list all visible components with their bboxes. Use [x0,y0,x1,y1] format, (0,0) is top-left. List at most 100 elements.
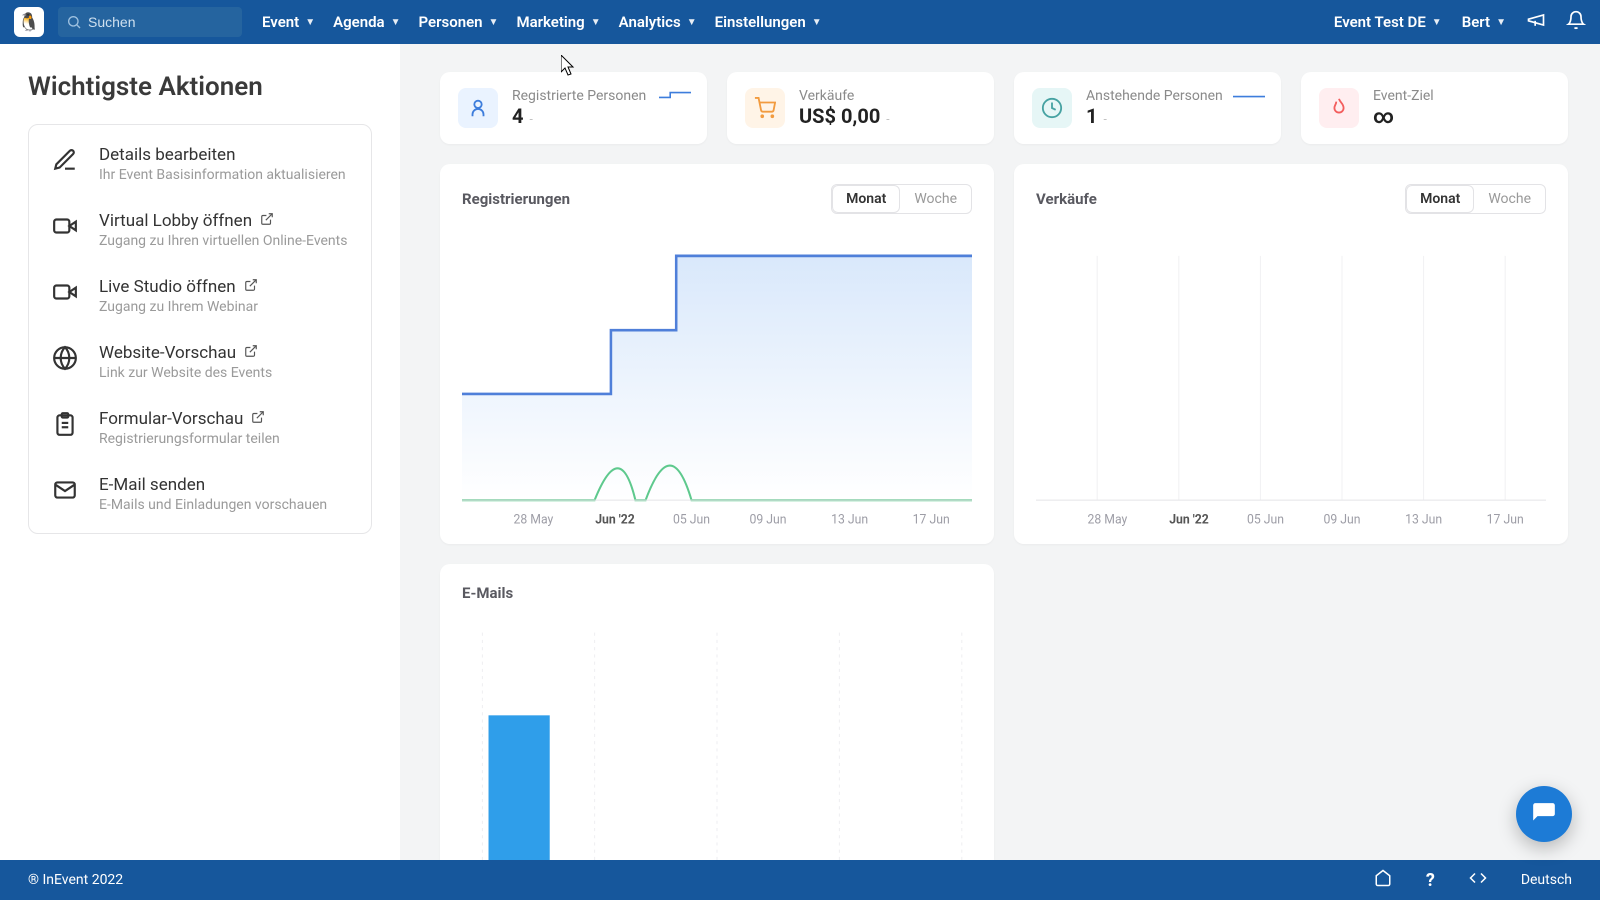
nav-item-einstellungen[interactable]: Einstellungen ▼ [715,13,822,31]
nav-label: Einstellungen [715,13,806,31]
footer-copyright: ® InEvent 2022 [28,872,123,888]
fire-icon [1319,88,1359,128]
clipboard-icon [49,409,81,437]
chart-sales: Verkäufe MonatWoche 28 May Jun '22 [1014,164,1568,544]
user-menu[interactable]: Bert▼ [1462,13,1506,31]
svg-text:Jun '22: Jun '22 [595,512,635,527]
chevron-down-icon: ▼ [305,17,315,28]
nav-item-agenda[interactable]: Agenda▼ [333,13,400,31]
video-icon [49,211,81,239]
pencil-icon [49,145,81,173]
stat-goal[interactable]: Event-Ziel∞ [1301,72,1568,144]
chart-title: E-Mails [462,584,513,602]
chat-launcher[interactable] [1516,786,1572,842]
actions-panel: Details bearbeitenIhr Event Basisinforma… [28,124,372,534]
action-lobby[interactable]: Virtual Lobby öffnen Zugang zu Ihren virt… [29,197,371,263]
stat-label: Event-Ziel [1373,88,1434,104]
user-name: Bert [1462,13,1490,31]
toggle-week[interactable]: Woche [1474,185,1545,213]
external-link-icon [244,277,258,297]
action-studio[interactable]: Live Studio öffnen Zugang zu Ihrem Webina… [29,263,371,329]
top-nav: 🐧 Event▼ Agenda▼ Personen▼ Marketing▼ An… [0,0,1600,44]
sparkline [657,84,693,92]
globe-icon [49,343,81,371]
stat-registered[interactable]: Registrierte Personen4- [440,72,707,144]
stats-row: Registrierte Personen4- VerkäufeUS$ 0,00… [440,72,1568,144]
event-switcher[interactable]: Event Test DE ▼ [1334,13,1442,31]
nav-item-analytics[interactable]: Analytics ▼ [619,13,697,31]
language-switch[interactable]: Deutsch [1521,872,1572,888]
svg-text:05 Jun: 05 Jun [673,512,710,527]
action-title: Website-Vorschau [99,343,236,363]
chart-title: Verkäufe [1036,190,1097,208]
nav-label: Event [262,13,299,31]
main-content: Registrierte Personen4- VerkäufeUS$ 0,00… [400,44,1600,860]
help-icon[interactable]: ? [1426,870,1435,891]
stat-pending[interactable]: Anstehende Personen1- [1014,72,1281,144]
stat-sales[interactable]: VerkäufeUS$ 0,00- [727,72,994,144]
stat-trend: - [1103,112,1106,126]
nav-links: Event▼ Agenda▼ Personen▼ Marketing▼ Anal… [262,13,822,31]
nav-item-marketing[interactable]: Marketing▼ [516,13,600,31]
chart-registrations: Registrierungen MonatWoche [440,164,994,544]
action-sub: Zugang zu Ihrem Webinar [99,299,258,315]
chevron-down-icon: ▼ [687,17,697,28]
chart-emails: E-Mails [440,564,994,860]
action-sub: Zugang zu Ihren virtuellen Online-Events [99,233,347,249]
svg-text:13 Jun: 13 Jun [831,512,868,527]
toggle-month[interactable]: Monat [832,185,900,213]
action-form[interactable]: Formular-VorschauRegistrierungsformular … [29,395,371,461]
chart-body [462,612,972,860]
action-title: Details bearbeiten [99,145,235,165]
svg-text:28 May: 28 May [513,512,553,527]
external-link-icon [260,211,274,231]
action-title: Virtual Lobby öffnen [99,211,252,231]
chevron-down-icon: ▼ [489,17,499,28]
clock-icon [1032,88,1072,128]
svg-text:09 Jun: 09 Jun [749,512,786,527]
toggle-month[interactable]: Monat [1406,185,1474,213]
svg-text:17 Jun: 17 Jun [913,512,950,527]
footer: ® InEvent 2022 ? Deutsch [0,860,1600,900]
nav-label: Marketing [516,13,584,31]
nav-label: Personen [419,13,483,31]
sidebar: Wichtigste Aktionen Details bearbeitenIh… [0,44,400,860]
cart-icon [745,88,785,128]
code-icon[interactable] [1469,869,1487,891]
chevron-down-icon: ▼ [812,17,822,28]
stat-label: Registrierte Personen [512,88,646,104]
megaphone-icon[interactable] [1526,10,1546,34]
video-icon [49,277,81,305]
time-toggle: MonatWoche [1405,184,1546,214]
action-title: E-Mail senden [99,475,205,495]
toggle-week[interactable]: Woche [900,185,971,213]
action-email[interactable]: E-Mail senden E-Mails und Einladungen vor… [29,461,371,527]
chart-title: Registrierungen [462,190,570,208]
nav-label: Analytics [619,13,681,31]
action-title: Formular-Vorschau [99,409,243,429]
search-wrap [58,7,242,37]
event-switcher-label: Event Test DE [1334,13,1426,31]
chevron-down-icon: ▼ [1432,17,1442,28]
nav-item-personen[interactable]: Personen ▼ [419,13,499,31]
chart-body: 28 May Jun '22 05 Jun 09 Jun 13 Jun 17 J… [1036,224,1546,532]
action-title: Live Studio öffnen [99,277,236,297]
mail-icon [49,475,81,503]
action-sub: E-Mails und Einladungen vorschauen [99,497,327,513]
svg-text:09 Jun: 09 Jun [1323,512,1360,527]
person-icon [458,88,498,128]
bell-icon[interactable] [1566,10,1586,34]
action-details[interactable]: Details bearbeitenIhr Event Basisinforma… [29,131,371,197]
stat-label: Verkäufe [799,88,890,104]
external-link-icon [244,343,258,363]
stat-value: 1 [1086,104,1097,128]
action-sub: Link zur Website des Events [99,365,272,381]
svg-text:17 Jun: 17 Jun [1487,512,1524,527]
search-input[interactable] [58,7,242,37]
nav-item-event[interactable]: Event ▼ [262,13,315,31]
search-icon [66,14,82,34]
home-icon[interactable] [1374,869,1392,891]
brand-logo[interactable]: 🐧 [14,7,44,37]
stat-value: 4 [512,104,523,128]
action-website[interactable]: Website-Vorschau Link zur Website des Eve… [29,329,371,395]
